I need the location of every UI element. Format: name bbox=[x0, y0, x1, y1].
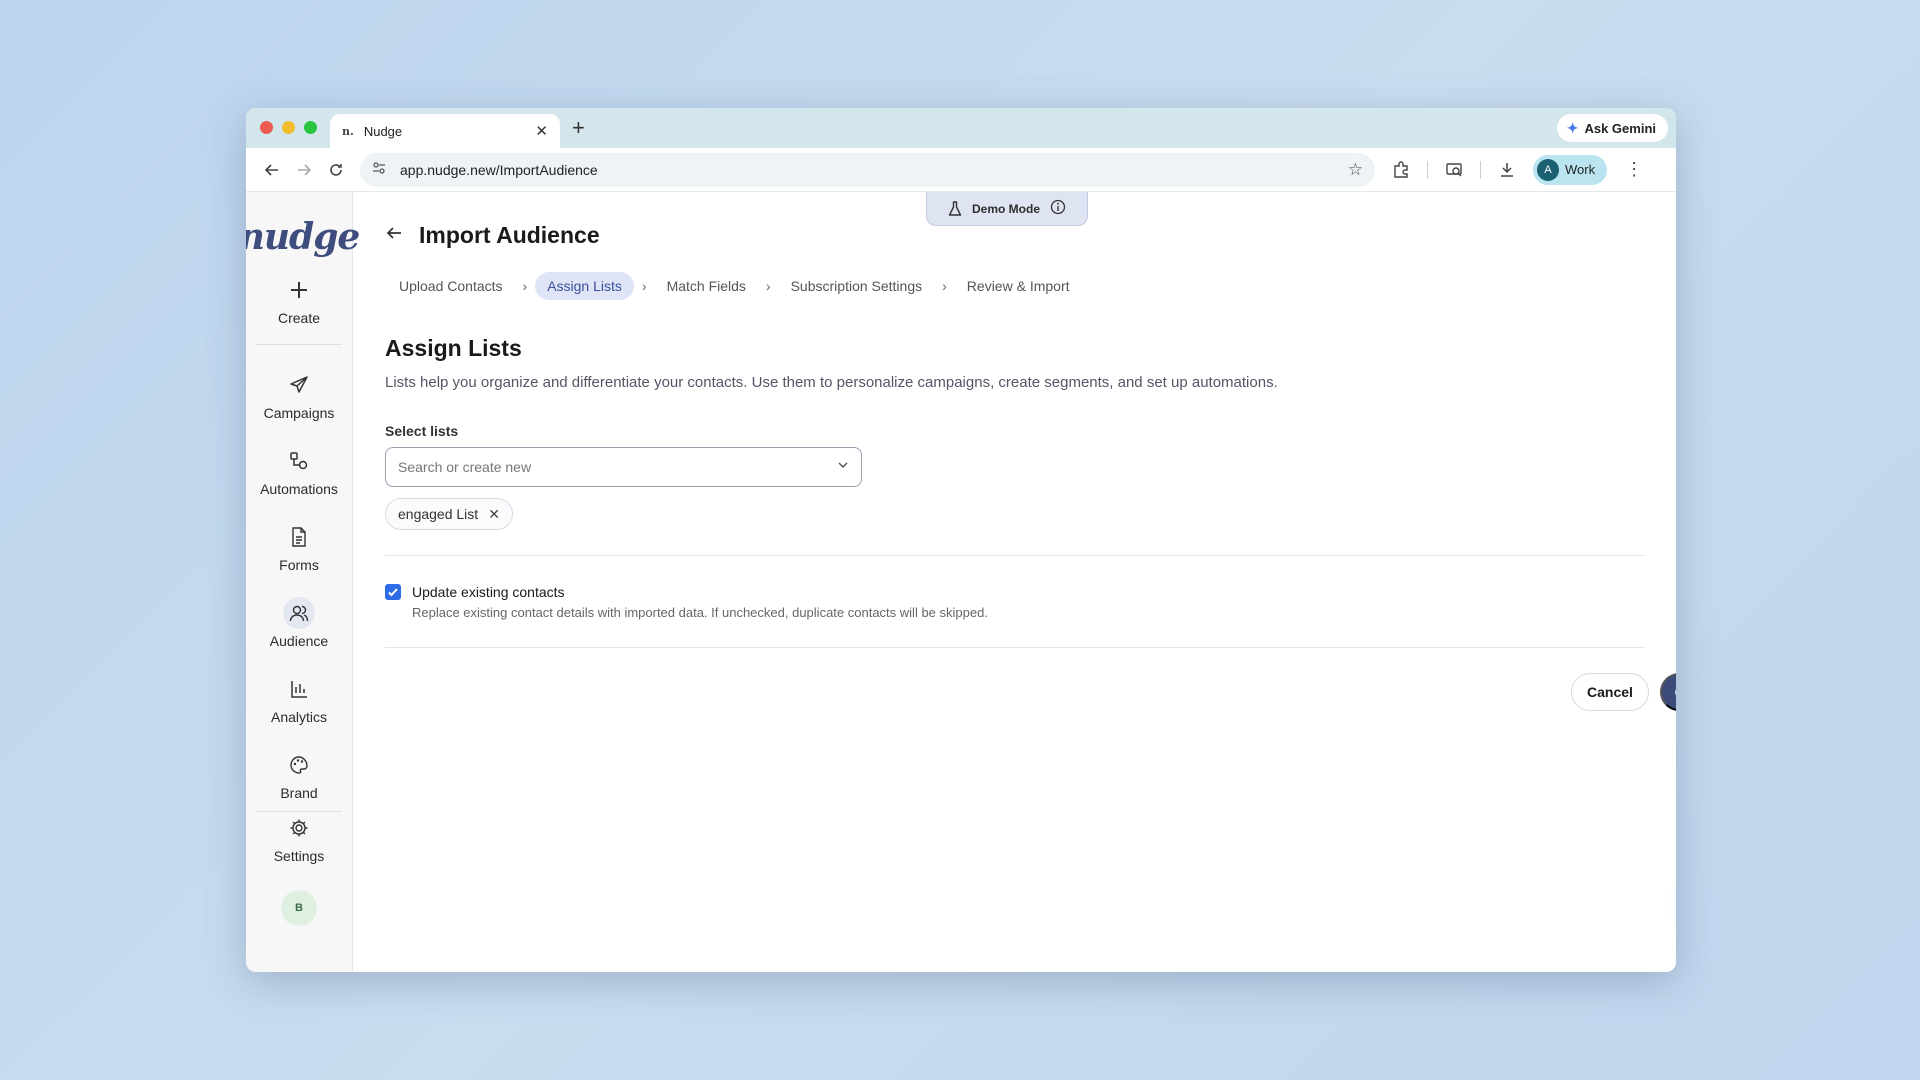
sidebar-item-audience[interactable]: Audience bbox=[246, 597, 352, 649]
cancel-button[interactable]: Cancel bbox=[1571, 673, 1649, 711]
profile-avatar: A bbox=[1537, 158, 1559, 181]
browser-menu-icon[interactable]: ⋮ bbox=[1625, 159, 1643, 180]
reload-button[interactable] bbox=[320, 154, 352, 186]
arrow-left-icon bbox=[264, 163, 278, 176]
list-chip-label: engaged List bbox=[398, 506, 479, 522]
page-title: Import Audience bbox=[419, 222, 600, 248]
tab-close-icon[interactable]: ✕ bbox=[535, 122, 548, 140]
sidebar-divider bbox=[256, 344, 342, 345]
back-arrow-icon[interactable] bbox=[385, 224, 403, 248]
window-controls bbox=[260, 121, 317, 134]
ask-gemini-button[interactable]: ✦ Ask Gemini bbox=[1556, 114, 1668, 142]
palette-icon bbox=[283, 749, 315, 781]
demo-mode-banner: Demo Mode bbox=[926, 192, 1088, 226]
flask-icon bbox=[948, 200, 962, 216]
demo-mode-label: Demo Mode bbox=[971, 201, 1040, 216]
send-icon bbox=[283, 369, 315, 401]
remove-chip-icon[interactable]: ✕ bbox=[488, 506, 500, 523]
extensions-icon[interactable] bbox=[1387, 156, 1415, 184]
users-icon bbox=[283, 597, 315, 629]
sidebar-item-label: Brand bbox=[280, 785, 318, 801]
sidebar: nudge Create Campaigns Automations Forms… bbox=[246, 192, 360, 972]
sidebar-item-label: Analytics bbox=[270, 709, 328, 725]
new-tab-button[interactable]: + bbox=[572, 115, 585, 141]
browser-window: n. Nudge ✕ + ✦ Ask Gemini app.nudge.new/… bbox=[246, 108, 1676, 972]
sidebar-item-label: Audience bbox=[269, 633, 329, 649]
sidebar-item-label: Automations bbox=[260, 481, 338, 497]
site-settings-icon[interactable] bbox=[372, 161, 392, 178]
chevron-right-icon: › bbox=[522, 278, 528, 294]
section-description: Lists help you organize and differentiat… bbox=[385, 374, 1278, 391]
url-text: app.nudge.new/ImportAudience bbox=[400, 161, 598, 178]
reload-icon bbox=[330, 163, 342, 176]
bar-chart-icon bbox=[283, 673, 315, 705]
sidebar-item-campaigns[interactable]: Campaigns bbox=[246, 369, 352, 421]
step-assign-lists[interactable]: Assign Lists bbox=[535, 272, 634, 300]
user-avatar[interactable]: B bbox=[281, 890, 317, 926]
gear-icon bbox=[283, 812, 315, 844]
main-content: Demo Mode Import Audience Upload Contact… bbox=[353, 192, 1676, 972]
gemini-sparkle-icon: ✦ bbox=[1566, 119, 1579, 136]
chevron-right-icon: › bbox=[942, 278, 947, 294]
page-header: Import Audience bbox=[385, 222, 600, 249]
step-subscription-settings[interactable]: Subscription Settings bbox=[779, 272, 935, 300]
screen-search-icon[interactable] bbox=[1440, 156, 1468, 184]
plus-sparkle-icon bbox=[283, 274, 315, 306]
sidebar-item-settings[interactable]: Settings bbox=[246, 812, 352, 864]
download-icon[interactable] bbox=[1493, 156, 1521, 184]
sidebar-item-label: Settings bbox=[273, 848, 325, 864]
forward-button[interactable] bbox=[288, 154, 320, 186]
bookmark-star-icon[interactable]: ☆ bbox=[1348, 160, 1363, 180]
profile-button[interactable]: A Work bbox=[1533, 154, 1608, 185]
document-icon bbox=[283, 521, 315, 553]
select-lists-label: Select lists bbox=[385, 423, 459, 439]
sidebar-item-analytics[interactable]: Analytics bbox=[246, 673, 352, 725]
list-chip: engaged List ✕ bbox=[385, 498, 513, 530]
minimize-window-button[interactable] bbox=[282, 121, 295, 134]
profile-label: Work bbox=[1565, 162, 1596, 177]
back-button[interactable] bbox=[256, 154, 288, 186]
sidebar-item-label: Create bbox=[277, 310, 321, 326]
list-select-input[interactable]: Search or create new bbox=[385, 447, 862, 487]
browser-tab[interactable]: n. Nudge ✕ bbox=[330, 114, 560, 148]
arrow-right-icon bbox=[298, 163, 312, 176]
select-placeholder: Search or create new bbox=[398, 459, 532, 475]
workflow-icon bbox=[283, 445, 315, 477]
stepper: Upload Contacts › Assign Lists › Match F… bbox=[387, 272, 1082, 300]
nudge-logo[interactable]: nudge bbox=[246, 216, 360, 258]
checkmark-icon bbox=[388, 588, 398, 597]
sidebar-item-brand[interactable]: Brand bbox=[246, 749, 352, 801]
app-root: nudge Create Campaigns Automations Forms… bbox=[246, 192, 1676, 972]
sidebar-item-label: Campaigns bbox=[263, 405, 335, 421]
toolbar-divider bbox=[1427, 160, 1428, 179]
update-existing-label[interactable]: Update existing contacts bbox=[412, 584, 565, 600]
chevron-down-icon[interactable] bbox=[837, 458, 849, 476]
sidebar-item-automations[interactable]: Automations bbox=[246, 445, 352, 497]
divider bbox=[385, 555, 1645, 556]
sidebar-item-label: Forms bbox=[279, 557, 319, 573]
update-existing-checkbox[interactable] bbox=[385, 584, 401, 600]
chevron-right-icon: › bbox=[765, 278, 771, 294]
step-match-fields[interactable]: Match Fields bbox=[655, 272, 758, 300]
tab-title: Nudge bbox=[363, 123, 403, 139]
info-icon[interactable] bbox=[1050, 199, 1066, 218]
address-bar[interactable]: app.nudge.new/ImportAudience ☆ bbox=[360, 152, 1375, 187]
tab-favicon: n. bbox=[342, 124, 354, 138]
section-title: Assign Lists bbox=[385, 335, 522, 361]
divider bbox=[385, 647, 1645, 648]
update-existing-help: Replace existing contact details with im… bbox=[412, 605, 988, 620]
sidebar-item-forms[interactable]: Forms bbox=[246, 521, 352, 573]
close-window-button[interactable] bbox=[260, 121, 273, 134]
step-review-import[interactable]: Review & Import bbox=[955, 272, 1082, 300]
step-upload-contacts[interactable]: Upload Contacts bbox=[387, 272, 515, 300]
chevron-right-icon: › bbox=[641, 278, 647, 294]
maximize-window-button[interactable] bbox=[304, 121, 317, 134]
sidebar-item-create[interactable]: Create bbox=[246, 274, 352, 326]
toolbar-divider bbox=[1480, 160, 1481, 179]
browser-toolbar: app.nudge.new/ImportAudience ☆ A Work ⋮ bbox=[246, 148, 1676, 192]
tab-strip: n. Nudge ✕ + ✦ Ask Gemini bbox=[246, 108, 1676, 148]
ask-gemini-label: Ask Gemini bbox=[1584, 120, 1656, 136]
continue-button[interactable]: Continue bbox=[1660, 673, 1676, 711]
